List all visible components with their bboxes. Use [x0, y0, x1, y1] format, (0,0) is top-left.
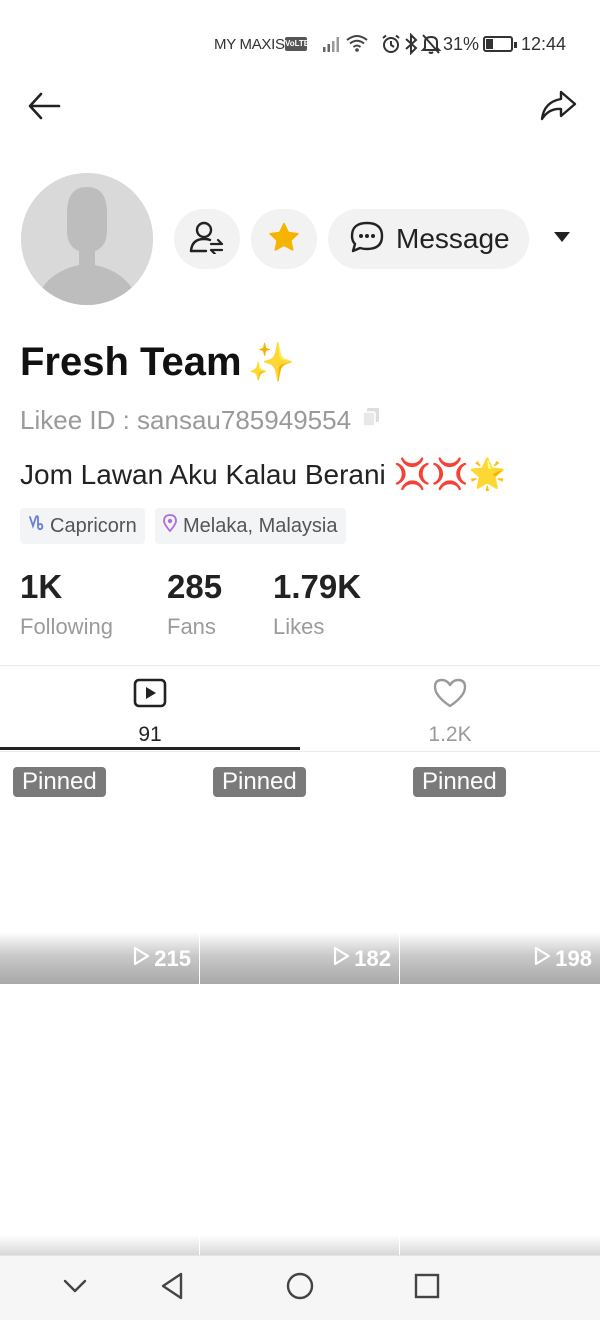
stat-likes[interactable]: 1.79K Likes	[273, 568, 361, 640]
view-count: 182	[332, 946, 391, 972]
video-tile[interactable]: Pinned 198	[400, 752, 600, 984]
view-count-text: 182	[354, 946, 391, 971]
dropdown-caret-icon	[553, 230, 571, 248]
liked-count: 1.2K	[428, 723, 472, 746]
likee-id: Likee ID : sansau785949554	[20, 405, 381, 436]
view-count-text: 198	[555, 946, 592, 971]
video-tile[interactable]	[200, 1019, 399, 1255]
tile-gradient	[0, 1235, 199, 1255]
capricorn-icon	[28, 514, 44, 538]
clock: 12:44	[521, 34, 567, 54]
fans-count: 285	[167, 568, 223, 605]
back-button[interactable]	[22, 88, 66, 128]
home-circle-icon	[285, 1271, 315, 1306]
view-count-text: 215	[154, 946, 191, 971]
fans-label: Fans	[167, 614, 216, 639]
play-outline-icon	[332, 946, 350, 972]
likes-count: 1.79K	[273, 568, 362, 605]
heart-icon	[433, 678, 467, 713]
recent-square-icon	[413, 1272, 441, 1305]
bio: Jom Lawan Aku Kalau Berani 💢💢🌟	[20, 457, 506, 492]
tab-videos[interactable]: 91	[0, 666, 300, 750]
system-nav-bar	[0, 1255, 600, 1320]
carrier-name: MY MAXIS	[214, 36, 285, 53]
chevron-down-icon	[62, 1278, 88, 1299]
bluetooth-icon	[404, 32, 418, 60]
tile-gradient	[200, 1235, 399, 1255]
sparkles-emoji: ✨	[247, 341, 295, 384]
follow-button[interactable]	[174, 209, 240, 269]
hide-nav-button[interactable]	[55, 1268, 95, 1308]
pinned-badge: Pinned	[13, 767, 106, 797]
favorite-button[interactable]	[251, 209, 317, 269]
star-icon	[268, 222, 300, 257]
play-outline-icon	[132, 946, 150, 972]
tab-indicator	[0, 747, 300, 750]
arrow-left-icon	[27, 92, 61, 125]
share-button[interactable]	[536, 86, 580, 130]
chat-bubble-icon	[350, 221, 384, 258]
profile-name: Fresh Team ✨	[20, 340, 295, 385]
mute-icon	[420, 33, 442, 60]
bio-text: Jom Lawan Aku Kalau Berani	[20, 458, 386, 490]
video-play-icon	[133, 678, 167, 713]
copy-icon[interactable]	[361, 405, 381, 436]
alarm-icon	[381, 34, 401, 59]
stat-fans[interactable]: 285 Fans	[167, 568, 222, 640]
user-follow-icon	[189, 220, 225, 259]
play-outline-icon	[533, 946, 551, 972]
location-pin-icon	[163, 514, 177, 538]
video-tile[interactable]	[400, 1019, 600, 1255]
videos-count: 91	[138, 723, 162, 746]
video-tile[interactable]: Pinned 215	[0, 752, 199, 984]
zodiac-label: Capricorn	[50, 514, 137, 537]
system-home-button[interactable]	[280, 1268, 320, 1308]
share-arrow-icon	[539, 89, 577, 128]
following-label: Following	[20, 614, 113, 639]
video-tile[interactable]: Pinned 182	[200, 752, 399, 984]
tab-liked[interactable]: 1.2K	[300, 666, 600, 750]
pinned-badge: Pinned	[413, 767, 506, 797]
system-recents-button[interactable]	[407, 1268, 447, 1308]
system-back-button[interactable]	[152, 1268, 192, 1308]
location-label: Melaka, Malaysia	[183, 514, 338, 537]
zodiac-tag: Capricorn	[20, 508, 145, 544]
location-tag: Melaka, Malaysia	[155, 508, 346, 544]
battery-icon	[483, 36, 517, 52]
volte-badge: VoLTE	[285, 37, 309, 51]
signal-icon	[322, 35, 342, 58]
back-triangle-icon	[159, 1271, 185, 1306]
avatar[interactable]	[21, 173, 153, 305]
message-label: Message	[396, 223, 510, 254]
wifi-icon	[345, 33, 369, 58]
view-count: 215	[132, 946, 191, 972]
message-button[interactable]: Message	[328, 209, 529, 269]
likee-id-text: Likee ID : sansau785949554	[20, 405, 352, 435]
likes-label: Likes	[273, 614, 325, 639]
view-count: 198	[533, 946, 592, 972]
default-avatar-icon	[21, 173, 153, 305]
tile-gradient	[400, 1235, 600, 1255]
video-tile[interactable]	[0, 1019, 199, 1255]
pinned-badge: Pinned	[213, 767, 306, 797]
status-bar: MY MAXIS VoLTE 31% 12:44	[0, 0, 600, 88]
bio-emoji: 💢💢🌟	[393, 458, 506, 491]
battery-percent: 31%	[443, 34, 480, 54]
stat-following[interactable]: 1K Following	[20, 568, 113, 640]
profile-name-text: Fresh Team	[20, 340, 242, 384]
following-count: 1K	[20, 568, 63, 605]
more-options-button[interactable]	[545, 222, 579, 256]
